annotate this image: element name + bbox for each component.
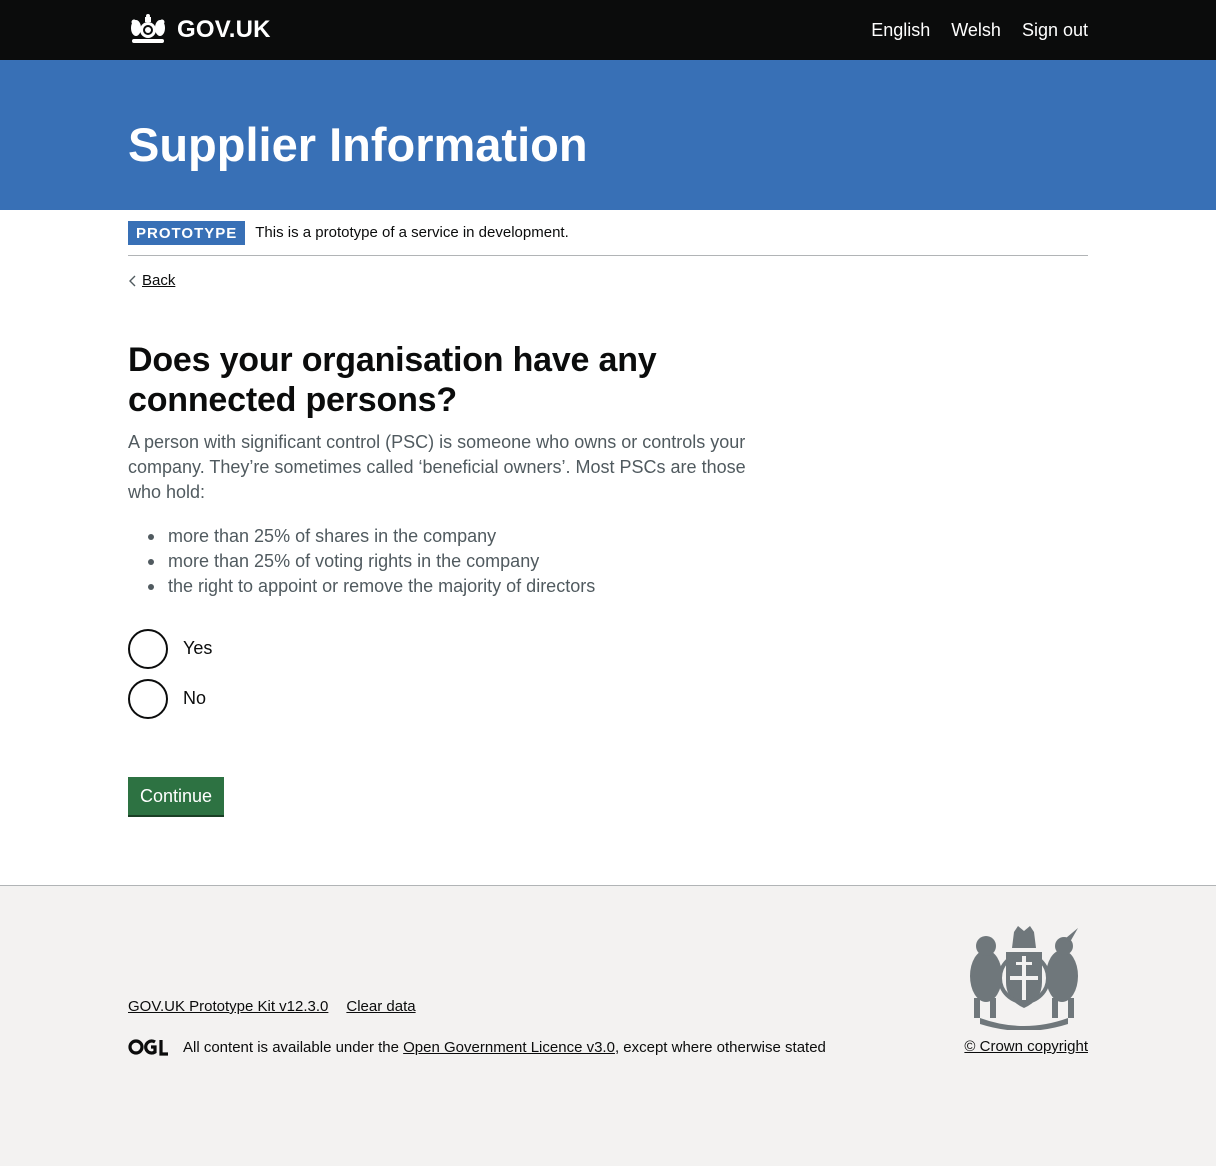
royal-coat-of-arms-icon xyxy=(970,926,1078,1030)
list-item: more than 25% of voting rights in the co… xyxy=(148,549,1088,574)
site-footer: GOV.UK Prototype Kit v12.3.0 Clear data … xyxy=(0,885,1216,1166)
radio-yes-input[interactable] xyxy=(128,628,168,669)
licence-statement: All content is available under the Open … xyxy=(128,1038,826,1056)
question-hint: A person with significant control (PSC) … xyxy=(128,431,746,502)
phase-text: This is a prototype of a service in deve… xyxy=(255,224,569,241)
clear-data-link[interactable]: Clear data xyxy=(346,998,415,1015)
radio-no-input[interactable] xyxy=(128,678,168,719)
radio-no-label[interactable]: No xyxy=(183,688,206,709)
question-heading: Does your organisation have any connecte… xyxy=(128,340,657,419)
continue-button[interactable]: Continue xyxy=(128,776,225,815)
service-banner: Supplier Information xyxy=(0,60,1216,210)
radio-yes[interactable]: Yes xyxy=(128,628,1088,669)
radio-no[interactable]: No xyxy=(128,678,1088,719)
service-title: Supplier Information xyxy=(128,118,588,171)
header-nav: English Welsh Sign out xyxy=(850,20,1088,41)
back-link[interactable]: Back xyxy=(128,272,175,289)
logo-text: GOV.UK xyxy=(177,16,271,43)
back-link-label: Back xyxy=(142,272,176,289)
crown-icon xyxy=(131,14,165,43)
govuk-logo-link[interactable]: GOV.UK xyxy=(128,13,271,47)
chevron-left-icon xyxy=(129,275,136,286)
prototype-kit-link[interactable]: GOV.UK Prototype Kit v12.3.0 xyxy=(128,998,328,1015)
nav-english-link[interactable]: English xyxy=(871,20,930,41)
ogl-licence-link[interactable]: Open Government Licence v3.0 xyxy=(403,1039,615,1056)
list-item: the right to appoint or remove the major… xyxy=(148,574,1088,599)
licence-prefix: All content is available under the xyxy=(183,1038,404,1056)
radio-group: Yes No xyxy=(128,628,1088,719)
nav-welsh-link[interactable]: Welsh xyxy=(951,20,1001,41)
site-header: GOV.UK English Welsh Sign out xyxy=(0,0,1216,60)
licence-suffix: , except where otherwise stated xyxy=(614,1038,826,1056)
main-content: PROTOTYPE This is a prototype of a servi… xyxy=(0,210,1216,885)
nav-sign-out-link[interactable]: Sign out xyxy=(1022,20,1088,41)
list-item: more than 25% of shares in the company xyxy=(148,524,1088,549)
ogl-logo-icon xyxy=(128,1039,168,1056)
phase-tag: PROTOTYPE xyxy=(128,220,246,245)
radio-yes-label[interactable]: Yes xyxy=(183,638,212,659)
crown-copyright-link[interactable]: © Crown copyright xyxy=(964,1038,1088,1055)
phase-banner: PROTOTYPE This is a prototype of a servi… xyxy=(128,210,1088,256)
footer-links: GOV.UK Prototype Kit v12.3.0 Clear data xyxy=(128,998,434,1015)
psc-criteria-list: more than 25% of shares in the company m… xyxy=(148,524,1088,599)
